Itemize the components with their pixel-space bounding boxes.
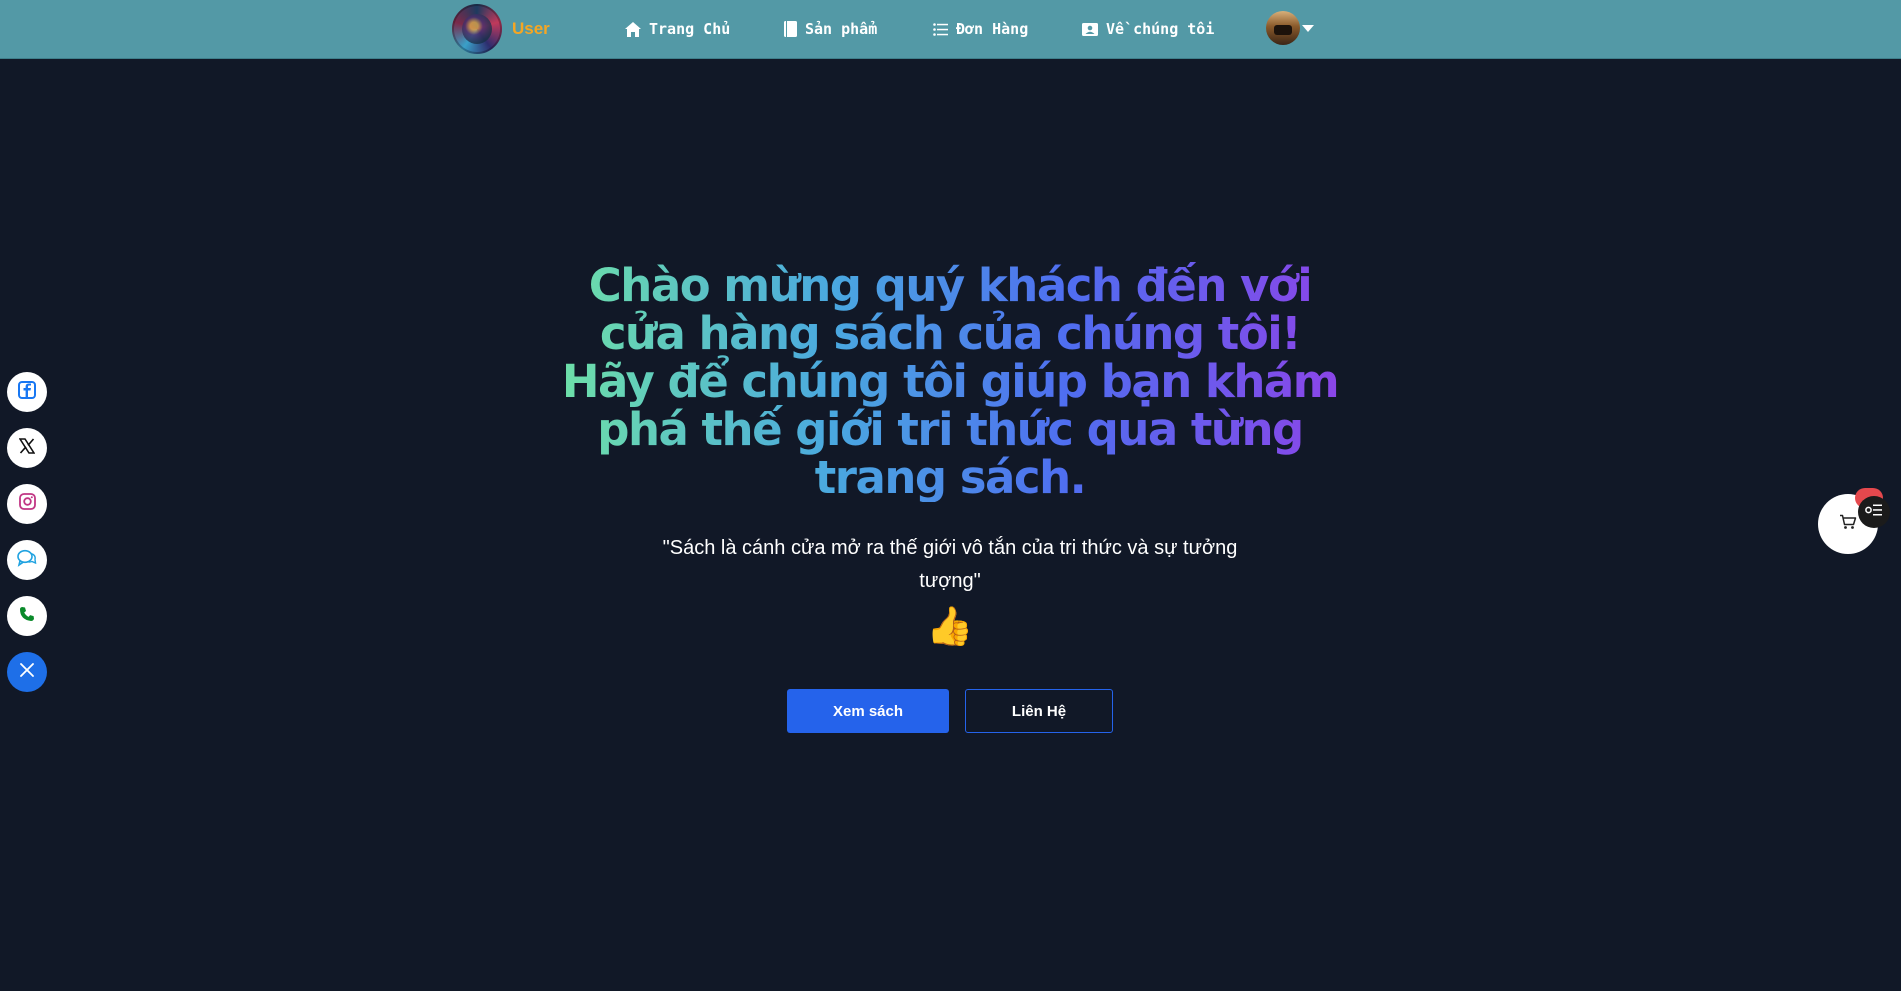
facebook-button[interactable]: [7, 372, 47, 412]
chevron-down-icon[interactable]: [1302, 24, 1314, 32]
id-card-icon: [1082, 22, 1098, 36]
x-icon: [18, 437, 36, 459]
nav-home-label: Trang Chủ: [649, 20, 731, 38]
nav-about[interactable]: Về chúng tôi: [1082, 0, 1214, 58]
nav-orders[interactable]: Đơn Hàng: [933, 0, 1028, 58]
nav-products[interactable]: Sản phẩm: [784, 0, 877, 58]
nav-products-label: Sản phẩm: [805, 20, 878, 38]
brand[interactable]: User: [452, 4, 550, 54]
nav-about-label: Về chúng tôi: [1106, 20, 1215, 38]
user-menu[interactable]: [1266, 11, 1314, 45]
view-books-button[interactable]: Xem sách: [787, 689, 949, 733]
instagram-icon: [18, 493, 36, 515]
contact-button[interactable]: Liên Hệ: [965, 689, 1113, 733]
messenger-icon: [17, 549, 37, 572]
brand-name[interactable]: User: [512, 19, 550, 39]
nav-home[interactable]: Trang Chủ: [625, 0, 730, 58]
close-icon: [20, 662, 34, 682]
brand-logo[interactable]: [452, 4, 502, 54]
messenger-button[interactable]: [7, 540, 47, 580]
hero-title: Chào mừng quý khách đến với cửa hàng sác…: [561, 259, 1340, 504]
book-icon: [784, 21, 797, 37]
filter-button[interactable]: [1858, 496, 1890, 528]
list-icon: [933, 22, 948, 36]
filter-icon: [1865, 503, 1883, 522]
thumbs-up-icon: 👍: [926, 606, 974, 648]
cart-icon: [1839, 514, 1857, 535]
hero-quote: "Sách là cánh cửa mở ra thế giới vô tắn …: [662, 537, 1238, 592]
phone-button[interactable]: [7, 596, 47, 636]
navbar: User Trang Chủ Sản phẩm Đơn Hàng Về chún…: [0, 0, 1901, 59]
facebook-icon: [18, 380, 36, 404]
close-social-button[interactable]: [7, 652, 47, 692]
phone-icon: [19, 606, 35, 627]
home-icon: [625, 21, 641, 37]
x-button[interactable]: [7, 428, 47, 468]
instagram-button[interactable]: [7, 484, 47, 524]
avatar[interactable]: [1266, 11, 1300, 45]
nav-orders-label: Đơn Hàng: [956, 20, 1029, 38]
